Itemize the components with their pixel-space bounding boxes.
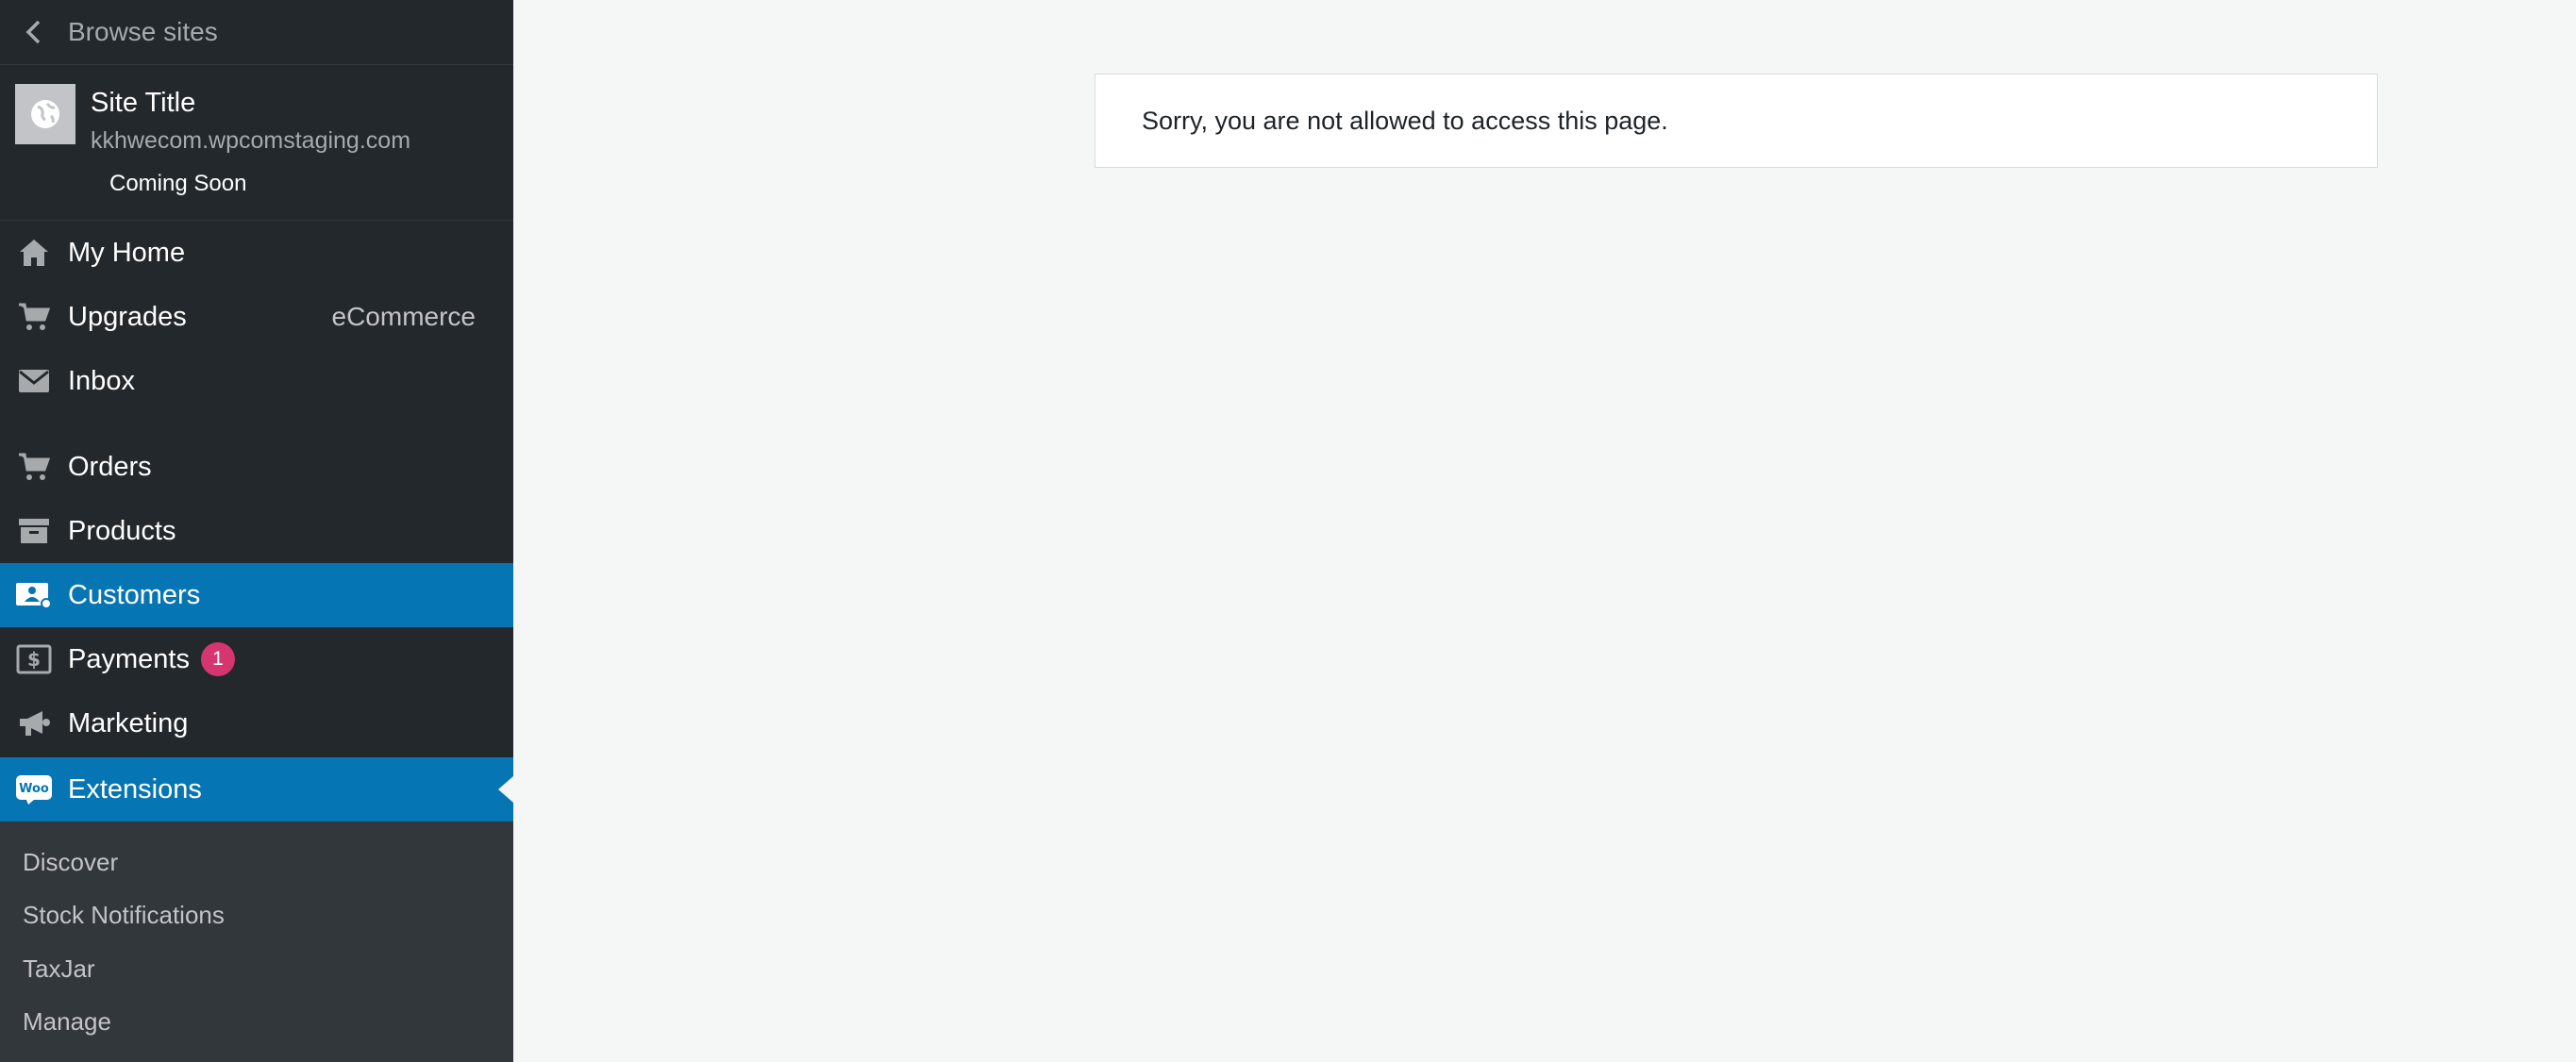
menu-item-label: Inbox: [68, 365, 135, 396]
browse-sites-label: Browse sites: [68, 17, 218, 46]
menu-item-marketing[interactable]: Marketing: [0, 691, 513, 755]
menu-item-customers[interactable]: Customers: [0, 563, 513, 627]
menu-item-label: Marketing: [68, 707, 189, 738]
sidebar: Browse sites Site Title kkhwecom.wpcomst…: [0, 0, 513, 1062]
megaphone-icon: [0, 707, 68, 739]
plan-label: eCommerce: [331, 302, 476, 331]
cart-icon: [0, 301, 68, 333]
menu-item-label: Customers: [68, 579, 201, 610]
woo-icon: Woo: [0, 773, 68, 805]
current-item-pointer: [498, 776, 513, 803]
site-title: Site Title: [91, 88, 196, 118]
notification-count-badge: 1: [200, 642, 235, 676]
payments-icon: $: [0, 644, 68, 674]
cart-icon: [0, 451, 68, 483]
site-domain: kkhwecom.wpcomstaging.com: [91, 127, 411, 154]
svg-text:$: $: [27, 648, 41, 671]
submenu-item-stock-notifications[interactable]: Stock Notifications: [23, 901, 225, 930]
menu-item-label: Payments: [68, 643, 190, 674]
menu-item-label: Orders: [68, 451, 152, 482]
menu-item-payments[interactable]: $ Payments 1: [0, 627, 513, 691]
menu-item-orders[interactable]: Orders: [0, 435, 513, 499]
menu-item-products[interactable]: Products: [0, 499, 513, 563]
home-icon: [0, 237, 68, 269]
submenu-item-manage[interactable]: Manage: [23, 1007, 111, 1037]
access-denied-notice: Sorry, you are not allowed to access thi…: [1095, 74, 2378, 168]
submenu-item-discover[interactable]: Discover: [23, 848, 118, 877]
notice-text: Sorry, you are not allowed to access thi…: [1142, 106, 1668, 135]
menu-item-label: Products: [68, 515, 176, 546]
menu-item-label: My Home: [68, 237, 186, 268]
menu-item-label: Extensions: [68, 773, 202, 805]
menu-item-inbox[interactable]: Inbox: [0, 349, 513, 413]
site-globe-icon: [15, 84, 75, 144]
browse-sites-link[interactable]: Browse sites: [0, 0, 513, 65]
svg-text:Woo: Woo: [19, 782, 49, 796]
chevron-left-icon: [0, 19, 68, 45]
customers-icon: [0, 580, 68, 610]
menu-item-my-home[interactable]: My Home: [0, 221, 513, 285]
menu-item-upgrades[interactable]: Upgrades eCommerce: [0, 285, 513, 349]
archive-icon: [0, 517, 68, 545]
submenu-item-taxjar[interactable]: TaxJar: [23, 954, 95, 984]
menu-item-extensions[interactable]: Woo Extensions: [0, 757, 513, 821]
envelope-icon: [0, 368, 68, 394]
extensions-submenu: Discover Stock Notifications TaxJar Mana…: [0, 821, 513, 1062]
site-status: Coming Soon: [109, 171, 247, 196]
menu-item-label: Upgrades: [68, 301, 187, 332]
site-card[interactable]: Site Title kkhwecom.wpcomstaging.com Com…: [0, 65, 513, 221]
